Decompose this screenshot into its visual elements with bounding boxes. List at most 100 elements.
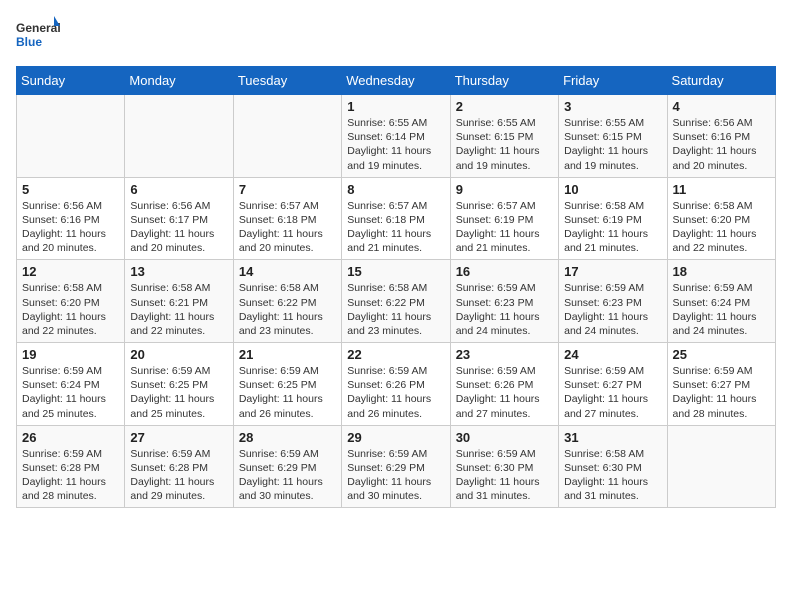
header-row: SundayMondayTuesdayWednesdayThursdayFrid… [17, 67, 776, 95]
day-info: Sunrise: 6:58 AM Sunset: 6:22 PM Dayligh… [239, 281, 336, 338]
day-number: 22 [347, 347, 444, 362]
calendar-cell: 11Sunrise: 6:58 AM Sunset: 6:20 PM Dayli… [667, 177, 775, 260]
calendar-cell: 3Sunrise: 6:55 AM Sunset: 6:15 PM Daylig… [559, 95, 667, 178]
day-number: 26 [22, 430, 119, 445]
calendar-cell: 16Sunrise: 6:59 AM Sunset: 6:23 PM Dayli… [450, 260, 558, 343]
day-number: 15 [347, 264, 444, 279]
day-info: Sunrise: 6:59 AM Sunset: 6:24 PM Dayligh… [673, 281, 770, 338]
calendar-header: SundayMondayTuesdayWednesdayThursdayFrid… [17, 67, 776, 95]
header-day-sunday: Sunday [17, 67, 125, 95]
header-day-saturday: Saturday [667, 67, 775, 95]
svg-text:General: General [16, 21, 60, 35]
day-number: 27 [130, 430, 227, 445]
day-info: Sunrise: 6:59 AM Sunset: 6:24 PM Dayligh… [22, 364, 119, 421]
calendar-cell: 27Sunrise: 6:59 AM Sunset: 6:28 PM Dayli… [125, 425, 233, 508]
day-info: Sunrise: 6:57 AM Sunset: 6:18 PM Dayligh… [347, 199, 444, 256]
calendar-cell: 25 Sunrise: 6:59 AM Sunset: 6:27 PM Dayli… [667, 343, 775, 426]
day-info: Sunrise: 6:59 AM Sunset: 6:30 PM Dayligh… [456, 447, 553, 504]
day-info: Sunrise: 6:55 AM Sunset: 6:14 PM Dayligh… [347, 116, 444, 173]
calendar-cell: 28Sunrise: 6:59 AM Sunset: 6:29 PM Dayli… [233, 425, 341, 508]
calendar-cell: 12 Sunrise: 6:58 AM Sunset: 6:20 PM Dayli… [17, 260, 125, 343]
calendar-cell: 29 Sunrise: 6:59 AM Sunset: 6:29 PM Dayli… [342, 425, 450, 508]
calendar-body: 1 Sunrise: 6:55 AM Sunset: 6:14 PM Daylig… [17, 95, 776, 508]
week-row-4: 19 Sunrise: 6:59 AM Sunset: 6:24 PM Dayli… [17, 343, 776, 426]
calendar-cell: 5 Sunrise: 6:56 AM Sunset: 6:16 PM Daylig… [17, 177, 125, 260]
calendar-cell: 1 Sunrise: 6:55 AM Sunset: 6:14 PM Daylig… [342, 95, 450, 178]
calendar-cell: 7 Sunrise: 6:57 AM Sunset: 6:18 PM Daylig… [233, 177, 341, 260]
calendar-cell: 14 Sunrise: 6:58 AM Sunset: 6:22 PM Dayli… [233, 260, 341, 343]
calendar-cell: 30 Sunrise: 6:59 AM Sunset: 6:30 PM Dayli… [450, 425, 558, 508]
day-info: Sunrise: 6:58 AM Sunset: 6:20 PM Dayligh… [22, 281, 119, 338]
calendar-cell: 8 Sunrise: 6:57 AM Sunset: 6:18 PM Daylig… [342, 177, 450, 260]
day-info: Sunrise: 6:58 AM Sunset: 6:30 PM Dayligh… [564, 447, 661, 504]
day-number: 19 [22, 347, 119, 362]
day-number: 31 [564, 430, 661, 445]
header-day-wednesday: Wednesday [342, 67, 450, 95]
svg-text:Blue: Blue [16, 35, 42, 49]
page-header: General Blue [16, 16, 776, 54]
calendar-cell: 9Sunrise: 6:57 AM Sunset: 6:19 PM Daylig… [450, 177, 558, 260]
day-number: 1 [347, 99, 444, 114]
day-info: Sunrise: 6:59 AM Sunset: 6:29 PM Dayligh… [347, 447, 444, 504]
calendar-cell [233, 95, 341, 178]
day-info: Sunrise: 6:56 AM Sunset: 6:16 PM Dayligh… [22, 199, 119, 256]
calendar-cell: 24Sunrise: 6:59 AM Sunset: 6:27 PM Dayli… [559, 343, 667, 426]
calendar-cell: 6Sunrise: 6:56 AM Sunset: 6:17 PM Daylig… [125, 177, 233, 260]
calendar-cell [125, 95, 233, 178]
calendar-table: SundayMondayTuesdayWednesdayThursdayFrid… [16, 66, 776, 508]
day-number: 23 [456, 347, 553, 362]
header-day-thursday: Thursday [450, 67, 558, 95]
day-info: Sunrise: 6:59 AM Sunset: 6:26 PM Dayligh… [456, 364, 553, 421]
day-number: 7 [239, 182, 336, 197]
calendar-cell: 15 Sunrise: 6:58 AM Sunset: 6:22 PM Dayli… [342, 260, 450, 343]
day-info: Sunrise: 6:59 AM Sunset: 6:27 PM Dayligh… [564, 364, 661, 421]
day-info: Sunrise: 6:59 AM Sunset: 6:25 PM Dayligh… [239, 364, 336, 421]
header-day-tuesday: Tuesday [233, 67, 341, 95]
day-info: Sunrise: 6:59 AM Sunset: 6:26 PM Dayligh… [347, 364, 444, 421]
day-number: 14 [239, 264, 336, 279]
header-day-friday: Friday [559, 67, 667, 95]
day-info: Sunrise: 6:58 AM Sunset: 6:22 PM Dayligh… [347, 281, 444, 338]
day-info: Sunrise: 6:57 AM Sunset: 6:18 PM Dayligh… [239, 199, 336, 256]
day-number: 3 [564, 99, 661, 114]
day-number: 28 [239, 430, 336, 445]
calendar-cell: 4Sunrise: 6:56 AM Sunset: 6:16 PM Daylig… [667, 95, 775, 178]
day-info: Sunrise: 6:58 AM Sunset: 6:19 PM Dayligh… [564, 199, 661, 256]
day-info: Sunrise: 6:57 AM Sunset: 6:19 PM Dayligh… [456, 199, 553, 256]
day-info: Sunrise: 6:59 AM Sunset: 6:28 PM Dayligh… [22, 447, 119, 504]
calendar-cell: 19 Sunrise: 6:59 AM Sunset: 6:24 PM Dayli… [17, 343, 125, 426]
calendar-cell: 10Sunrise: 6:58 AM Sunset: 6:19 PM Dayli… [559, 177, 667, 260]
calendar-cell: 13Sunrise: 6:58 AM Sunset: 6:21 PM Dayli… [125, 260, 233, 343]
week-row-3: 12 Sunrise: 6:58 AM Sunset: 6:20 PM Dayli… [17, 260, 776, 343]
day-number: 30 [456, 430, 553, 445]
day-info: Sunrise: 6:58 AM Sunset: 6:20 PM Dayligh… [673, 199, 770, 256]
day-info: Sunrise: 6:59 AM Sunset: 6:27 PM Dayligh… [673, 364, 770, 421]
calendar-cell: 20Sunrise: 6:59 AM Sunset: 6:25 PM Dayli… [125, 343, 233, 426]
day-info: Sunrise: 6:59 AM Sunset: 6:25 PM Dayligh… [130, 364, 227, 421]
day-number: 25 [673, 347, 770, 362]
day-info: Sunrise: 6:56 AM Sunset: 6:17 PM Dayligh… [130, 199, 227, 256]
day-number: 13 [130, 264, 227, 279]
calendar-cell: 23 Sunrise: 6:59 AM Sunset: 6:26 PM Dayli… [450, 343, 558, 426]
day-number: 18 [673, 264, 770, 279]
day-number: 4 [673, 99, 770, 114]
calendar-cell: 26 Sunrise: 6:59 AM Sunset: 6:28 PM Dayli… [17, 425, 125, 508]
day-number: 17 [564, 264, 661, 279]
day-number: 5 [22, 182, 119, 197]
header-day-monday: Monday [125, 67, 233, 95]
calendar-cell: 17 Sunrise: 6:59 AM Sunset: 6:23 PM Dayli… [559, 260, 667, 343]
calendar-cell: 2Sunrise: 6:55 AM Sunset: 6:15 PM Daylig… [450, 95, 558, 178]
logo: General Blue [16, 16, 60, 54]
day-number: 12 [22, 264, 119, 279]
calendar-cell [667, 425, 775, 508]
day-number: 8 [347, 182, 444, 197]
week-row-5: 26 Sunrise: 6:59 AM Sunset: 6:28 PM Dayli… [17, 425, 776, 508]
day-info: Sunrise: 6:59 AM Sunset: 6:23 PM Dayligh… [564, 281, 661, 338]
week-row-2: 5 Sunrise: 6:56 AM Sunset: 6:16 PM Daylig… [17, 177, 776, 260]
week-row-1: 1 Sunrise: 6:55 AM Sunset: 6:14 PM Daylig… [17, 95, 776, 178]
calendar-cell: 22 Sunrise: 6:59 AM Sunset: 6:26 PM Dayli… [342, 343, 450, 426]
calendar-cell: 18 Sunrise: 6:59 AM Sunset: 6:24 PM Dayli… [667, 260, 775, 343]
day-info: Sunrise: 6:59 AM Sunset: 6:23 PM Dayligh… [456, 281, 553, 338]
logo-icon: General Blue [16, 16, 60, 54]
day-number: 29 [347, 430, 444, 445]
